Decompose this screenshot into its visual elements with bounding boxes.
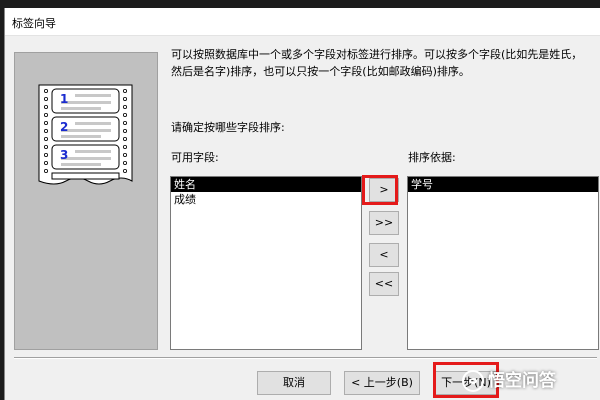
chat-bubble-icon	[462, 370, 484, 392]
wizard-description: 可以按照数据库中一个或多个字段对标签进行排序。可以按多个字段(比如先是姓氏，然后…	[171, 48, 583, 78]
watermark: 悟空问答	[462, 366, 556, 392]
available-fields-label: 可用字段:	[171, 151, 219, 164]
remove-field-button[interactable]: <	[369, 243, 399, 267]
window-title: 标签向导	[12, 17, 56, 30]
label-number-1: 1	[60, 92, 68, 106]
sort-prompt: 请确定按哪些字段排序:	[171, 121, 285, 134]
list-item[interactable]: 姓名	[171, 177, 361, 192]
cancel-button[interactable]: 取消	[257, 371, 331, 395]
add-field-button[interactable]: >	[369, 178, 399, 202]
sort-illustration: 1 2 3	[14, 52, 158, 350]
footer-separator	[14, 357, 597, 359]
label-sheet-graphic: 1 2 3	[38, 84, 133, 185]
list-item[interactable]: 学号	[408, 177, 598, 192]
sort-fields-list[interactable]: 学号	[407, 176, 599, 350]
back-button[interactable]: < 上一步(B)	[344, 371, 420, 395]
list-item[interactable]: 成绩	[171, 192, 361, 207]
add-all-fields-button[interactable]: >>	[369, 211, 399, 235]
watermark-text: 悟空问答	[488, 371, 556, 391]
remove-all-fields-button[interactable]: <<	[369, 272, 399, 296]
available-fields-list[interactable]: 姓名 成绩	[170, 176, 362, 350]
sort-by-label: 排序依据:	[408, 151, 456, 164]
label-number-2: 2	[60, 120, 68, 134]
label-wizard-dialog: 标签向导 1 2 3 可以按照数据库中一个或多个字段对标签进行排序。可以按多个字…	[4, 8, 600, 400]
label-number-3: 3	[60, 148, 68, 162]
title-bar: 标签向导	[5, 8, 600, 36]
